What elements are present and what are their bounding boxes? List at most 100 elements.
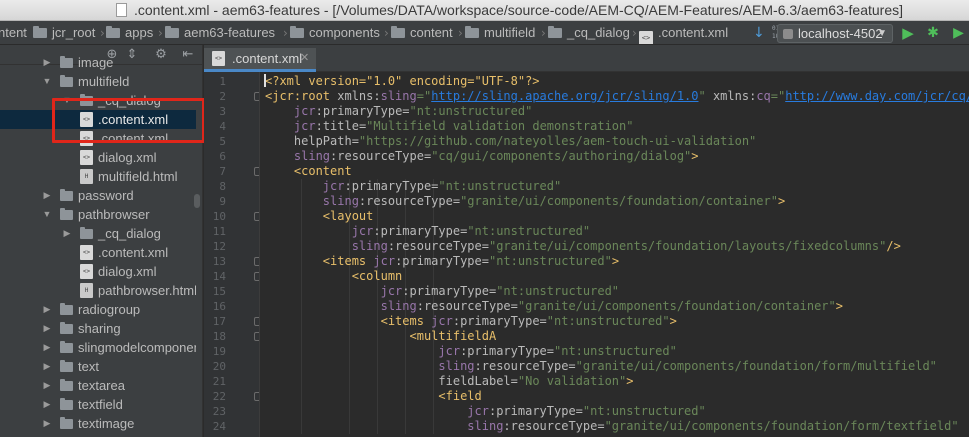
expand-right-icon[interactable]: ▶: [42, 319, 52, 338]
tree-item[interactable]: ▶ text: [0, 357, 196, 376]
expand-down-icon[interactable]: ▼: [42, 72, 52, 91]
fold-marker-icon[interactable]: [254, 272, 259, 281]
fold-marker-icon[interactable]: [254, 212, 259, 221]
run-icon[interactable]: ▶: [900, 24, 916, 42]
fold-marker-icon[interactable]: [254, 167, 259, 176]
code-token[interactable]: http://www.day.com/jcr/cq/1.0: [785, 89, 969, 103]
expand-right-icon[interactable]: ▶: [42, 300, 52, 319]
fold-marker-icon[interactable]: [254, 257, 259, 266]
tree-item[interactable]: ▶ radiogroup: [0, 300, 196, 319]
tree-item[interactable]: ▶ _cq_dialog: [0, 224, 196, 243]
tree-item[interactable]: ▶ textarea: [0, 376, 196, 395]
code-token: <content: [265, 164, 352, 178]
expand-right-icon[interactable]: ▶: [42, 376, 52, 395]
breadcrumb-item[interactable]: apps: [106, 21, 153, 44]
folder-icon: [60, 417, 73, 429]
fold-marker-icon[interactable]: [254, 317, 259, 326]
code-token: :primaryType=: [373, 224, 468, 238]
code-token: "nt:unstructured": [438, 179, 562, 193]
expand-right-icon[interactable]: ▶: [62, 224, 72, 243]
tree-item[interactable]: <> .content.xml: [0, 110, 196, 129]
breadcrumb-separator: ›: [458, 26, 463, 40]
breadcrumb-item[interactable]: _cq_dialog: [548, 21, 630, 44]
tree-item[interactable]: <> .content.xml: [0, 129, 196, 148]
tree-item-label: .content.xml: [98, 245, 169, 260]
expand-right-icon[interactable]: ▶: [42, 357, 52, 376]
code-token: "granite/ui/components/foundation/form/m…: [575, 359, 937, 373]
tree-item[interactable]: ▶ slingmodelcomponent: [0, 338, 196, 357]
tree-item-label: .content.xml: [98, 112, 169, 127]
window-titlebar: .content.xml - aem63-features - [/Volume…: [0, 0, 969, 21]
code-token[interactable]: http://sling.apache.org/jcr/sling/1.0: [431, 89, 698, 103]
xml-file-icon: <>: [80, 245, 93, 260]
close-icon[interactable]: ✕: [300, 48, 309, 69]
code-line: <?xml version="1.0" encoding="UTF-8"?>: [265, 74, 540, 89]
breadcrumb-item[interactable]: jcr_root: [33, 21, 95, 44]
tree-item[interactable]: <> .content.xml: [0, 243, 196, 262]
folder-icon: [165, 26, 179, 38]
code-editor[interactable]: <?xml version="1.0" encoding="UTF-8"?> <j…: [261, 72, 969, 437]
code-token: "https://github.com/nateyolles/aem-touch…: [358, 134, 757, 148]
line-number: 18: [212, 330, 226, 343]
tree-item[interactable]: ▶ textfield: [0, 395, 196, 414]
breadcrumb-item[interactable]: aem63-features: [165, 21, 275, 44]
code-token: ": [698, 89, 713, 103]
tree-item-label: .content.xml: [98, 131, 169, 146]
code-token: jcr: [322, 179, 345, 193]
tree-item[interactable]: ▼ pathbrowser: [0, 205, 196, 224]
tree-item[interactable]: ▶ sharing: [0, 319, 196, 338]
tree-item[interactable]: ▼ _cq_dialog: [0, 91, 196, 110]
tree-item[interactable]: <> dialog.xml: [0, 148, 196, 167]
code-token: <layout: [265, 209, 374, 223]
expand-right-icon[interactable]: ▶: [42, 53, 52, 72]
tree-item[interactable]: ▼ multifield: [0, 72, 196, 91]
tree-item[interactable]: ▶ textimage: [0, 414, 196, 433]
code-token: :primaryType=: [452, 314, 547, 328]
expand-right-icon[interactable]: ▶: [42, 186, 52, 205]
expand-down-icon[interactable]: ▼: [42, 205, 52, 224]
debug-icon[interactable]: ✱: [925, 24, 941, 42]
vcs-arrow-icon[interactable]: ↓: [753, 25, 769, 41]
sidebar-scrollbar[interactable]: [194, 194, 200, 208]
code-token: <?xml version="1.0" encoding="UTF-8"?>: [265, 74, 540, 88]
code-token: "granite/ui/components/foundation/contai…: [517, 299, 836, 313]
project-tree-panel: ⊕ ⇕ ⚙ ⇤ ▶ image ▼ multifield ▼ _cq_dialog <> .c…: [0, 45, 203, 437]
breadcrumb-separator: ›: [632, 26, 637, 40]
tree-item[interactable]: Hpathbrowser.html: [0, 281, 196, 300]
expand-right-icon[interactable]: ▶: [42, 395, 52, 414]
tree-item[interactable]: Hmultifield.html: [0, 167, 196, 186]
tree-item[interactable]: ▶ image: [0, 53, 196, 72]
folder-icon: [465, 26, 479, 38]
fold-marker-icon[interactable]: [254, 332, 259, 341]
code-token: sling: [322, 194, 359, 208]
code-line: <multifieldA: [265, 329, 496, 344]
tree-item-label: dialog.xml: [98, 150, 157, 165]
expand-right-icon[interactable]: ▶: [42, 338, 52, 357]
line-number: 20: [212, 360, 226, 373]
run-configuration-select[interactable]: localhost-4502 ▼: [777, 24, 893, 43]
breadcrumb-item[interactable]: multifield: [465, 21, 535, 44]
code-line: sling:resourceType="granite/ui/component…: [265, 359, 937, 374]
breadcrumb-item[interactable]: <> .content.xml: [639, 21, 728, 44]
line-number: 1: [219, 75, 226, 88]
code-line: helpPath="https://github.com/nateyolles/…: [265, 134, 756, 149]
code-token: :primaryType=: [395, 254, 489, 268]
expand-down-icon[interactable]: ▼: [62, 91, 72, 110]
fold-marker-icon[interactable]: [254, 92, 259, 101]
code-token: xmlns:: [337, 89, 381, 103]
tab-content-xml[interactable]: <> .content.xml ✕: [204, 48, 316, 72]
tree-item[interactable]: ▶ password: [0, 186, 196, 205]
code-token: jcr: [467, 404, 489, 418]
breadcrumb-item[interactable]: components: [290, 21, 380, 44]
code-token: "nt:unstructured": [467, 224, 591, 238]
coverage-icon[interactable]: ▶: [948, 24, 969, 42]
expand-right-icon[interactable]: ▶: [42, 414, 52, 433]
tree-item-label: dialog.xml: [98, 264, 157, 279]
tree-item[interactable]: <> dialog.xml: [0, 262, 196, 281]
breadcrumb-item[interactable]: content: [391, 21, 453, 44]
fold-marker-icon[interactable]: [254, 392, 259, 401]
